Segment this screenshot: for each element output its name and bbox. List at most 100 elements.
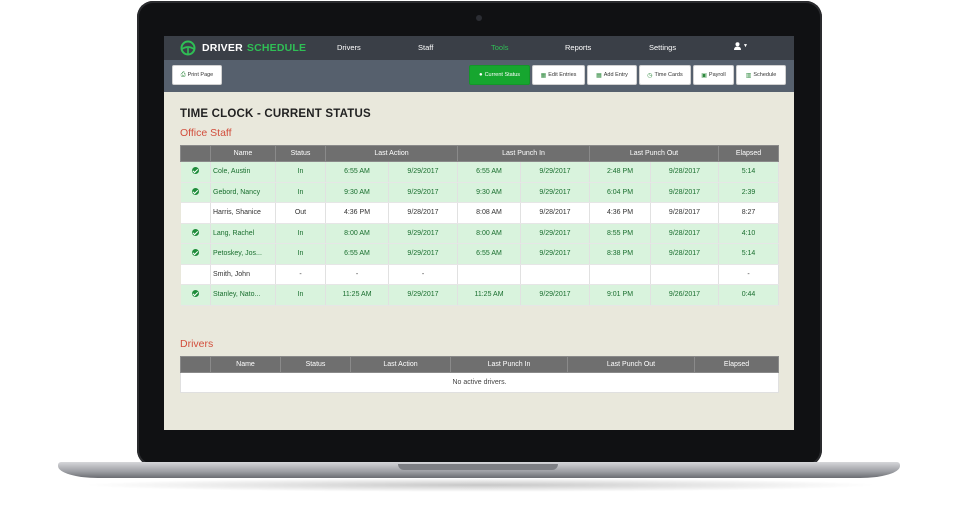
table-row[interactable]: Harris, Shanice Out 4:36 PM 9/28/2017 8:08 A…	[180, 202, 780, 224]
status-cell: In	[275, 161, 326, 183]
employee-name: Stanley, Nato...	[210, 284, 276, 306]
current-status-button[interactable]: ● Current Status	[469, 65, 530, 85]
elapsed-cell: 2:39	[718, 182, 780, 203]
nav-tools[interactable]: Tools	[491, 43, 509, 52]
time-cards-label: Time Cards	[654, 72, 683, 78]
elapsed-cell: 5:14	[718, 161, 780, 183]
payroll-label: Payroll	[708, 72, 726, 78]
schedule-button[interactable]: ▥ Schedule	[736, 65, 786, 85]
last-punch-in-date	[520, 264, 590, 285]
last-action-date: 9/29/2017	[388, 161, 458, 183]
elapsed-cell: -	[718, 264, 780, 285]
status-cell: In	[275, 182, 326, 203]
user-icon: ●	[478, 72, 483, 78]
elapsed-cell: 5:14	[718, 243, 780, 265]
user-icon	[734, 42, 741, 50]
drivers-title: Drivers	[180, 337, 214, 350]
header-last-punch-out[interactable]: Last Punch Out	[567, 355, 695, 373]
table-row[interactable]: Gebord, Nancy In 9:30 AM 9/29/2017 9:30 AM 9/…	[180, 182, 780, 203]
nav-reports[interactable]: Reports	[565, 43, 591, 52]
last-punch-out-time: 2:48 PM	[589, 161, 651, 183]
edit-entries-button[interactable]: ▦ Edit Entries	[532, 65, 585, 85]
employee-name: Harris, Shanice	[210, 202, 276, 224]
top-nav: DRIVER SCHEDULE Drivers Staff Tools Repo…	[164, 36, 794, 60]
header-last-action[interactable]: Last Action	[325, 145, 458, 162]
table-row[interactable]: Petoskey, Jos... In 6:55 AM 9/29/2017 6:55 A…	[180, 243, 780, 265]
header-elapsed[interactable]: Elapsed	[718, 145, 780, 162]
header-status[interactable]: Status	[275, 145, 326, 162]
print-page-label: Print Page	[187, 72, 214, 78]
user-menu[interactable]: ▼	[734, 42, 748, 50]
time-cards-button[interactable]: ◷ Time Cards	[639, 65, 691, 85]
last-action-time: -	[325, 264, 389, 285]
employee-name: Smith, John	[210, 264, 276, 285]
app-screen: DRIVER SCHEDULE Drivers Staff Tools Repo…	[164, 36, 794, 430]
status-indicator-cell	[180, 223, 211, 244]
check-circle-icon	[191, 249, 199, 257]
header-check	[180, 355, 211, 373]
last-punch-out-date: 9/28/2017	[650, 202, 720, 224]
employee-name: Lang, Rachel	[210, 223, 276, 244]
elapsed-cell: 8:27	[718, 202, 780, 224]
header-name[interactable]: Name	[210, 145, 276, 162]
employee-name: Gebord, Nancy	[210, 182, 276, 203]
last-punch-out-time: 8:38 PM	[589, 243, 651, 265]
employee-name: Cole, Austin	[210, 161, 276, 183]
last-punch-out-time: 9:01 PM	[589, 284, 651, 306]
last-punch-in-time: 6:55 AM	[457, 161, 521, 183]
table-row[interactable]: Stanley, Nato... In 11:25 AM 9/29/2017 11:25…	[180, 284, 780, 306]
last-action-time: 9:30 AM	[325, 182, 389, 203]
calendar-icon: ▦	[540, 72, 547, 79]
bar-chart-icon: ▥	[745, 72, 752, 79]
laptop-shadow	[80, 478, 880, 492]
last-punch-in-time: 9:30 AM	[457, 182, 521, 203]
print-page-button[interactable]: ⎙ Print Page	[172, 65, 222, 85]
chevron-down-icon: ▼	[743, 43, 748, 49]
last-punch-out-date: 9/28/2017	[650, 182, 720, 203]
last-punch-out-time	[589, 264, 651, 285]
brand-text-schedule: SCHEDULE	[246, 42, 307, 54]
clock-icon: ◷	[647, 72, 653, 79]
schedule-label: Schedule	[753, 72, 777, 78]
header-last-punch-out[interactable]: Last Punch Out	[588, 145, 720, 162]
nav-staff[interactable]: Staff	[418, 43, 433, 52]
header-last-action[interactable]: Last Action	[350, 355, 451, 373]
camera	[476, 15, 482, 21]
money-icon: ▣	[701, 72, 707, 79]
calendar-plus-icon: ▦	[596, 72, 602, 79]
brand-logo[interactable]: DRIVER SCHEDULE	[178, 40, 306, 56]
last-punch-in-time: 6:55 AM	[457, 243, 521, 265]
office-header-row: Name Status Last Action Last Punch In La…	[180, 145, 780, 162]
last-action-date: 9/29/2017	[388, 223, 458, 244]
header-status[interactable]: Status	[280, 355, 351, 373]
last-punch-out-date: 9/28/2017	[650, 161, 720, 183]
status-indicator-cell	[180, 182, 211, 203]
last-punch-in-date: 9/29/2017	[520, 243, 590, 265]
nav-drivers[interactable]: Drivers	[337, 43, 361, 52]
nav-settings[interactable]: Settings	[649, 43, 676, 52]
header-last-punch-in[interactable]: Last Punch In	[450, 355, 568, 373]
brand-text-driver: DRIVER	[202, 42, 243, 54]
last-punch-in-time: 11:25 AM	[457, 284, 521, 306]
toolbar: ⎙ Print Page ● Current Status ▦ Edit Ent…	[164, 60, 794, 92]
employee-name: Petoskey, Jos...	[210, 243, 276, 265]
last-punch-in-time	[457, 264, 521, 285]
payroll-button[interactable]: ▣ Payroll	[693, 65, 734, 85]
add-entry-button[interactable]: ▦ Add Entry	[587, 65, 637, 85]
status-indicator-cell	[180, 264, 211, 285]
table-row[interactable]: Cole, Austin In 6:55 AM 9/29/2017 6:55 AM 9/2…	[180, 161, 780, 183]
header-name[interactable]: Name	[210, 355, 281, 373]
table-row[interactable]: Smith, John - - - -	[180, 264, 780, 285]
last-action-time: 4:36 PM	[325, 202, 389, 224]
header-elapsed[interactable]: Elapsed	[694, 355, 779, 373]
elapsed-cell: 0:44	[718, 284, 780, 306]
last-action-date: 9/29/2017	[388, 182, 458, 203]
last-punch-out-date: 9/28/2017	[650, 243, 720, 265]
last-action-date: 9/29/2017	[388, 284, 458, 306]
last-action-time: 6:55 AM	[325, 161, 389, 183]
status-cell: In	[275, 284, 326, 306]
last-punch-in-time: 8:00 AM	[457, 223, 521, 244]
header-last-punch-in[interactable]: Last Punch In	[457, 145, 590, 162]
office-staff-title: Office Staff	[180, 127, 232, 139]
table-row[interactable]: Lang, Rachel In 8:00 AM 9/29/2017 8:00 AM 9/2…	[180, 223, 780, 244]
